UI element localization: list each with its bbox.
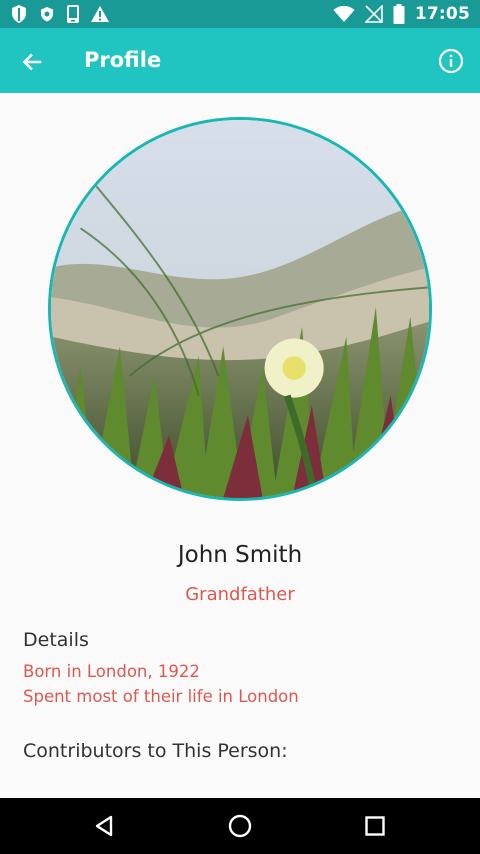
details-heading: Details: [23, 629, 89, 651]
vpn-key-icon: [38, 5, 56, 23]
wifi-icon: [333, 5, 355, 23]
person-relation: Grandfather: [185, 584, 295, 605]
detail-line: Born in London, 1922: [23, 662, 200, 681]
nav-recent-apps-button[interactable]: [361, 812, 389, 840]
battery-icon: [393, 4, 405, 24]
navigation-bar: [0, 798, 480, 854]
detail-line: Spent most of their life in London: [23, 687, 299, 706]
nav-back-icon: [95, 815, 113, 837]
nav-recent-icon: [365, 816, 385, 836]
nav-back-button[interactable]: [91, 812, 119, 840]
warning-icon: [90, 5, 110, 23]
app-bar: Profile: [0, 28, 480, 93]
back-button[interactable]: [18, 48, 46, 76]
shield-icon: [10, 4, 28, 24]
info-button[interactable]: [438, 48, 464, 74]
info-icon: [438, 48, 464, 74]
flower-photo: [51, 120, 429, 498]
status-left-icons: [10, 4, 110, 24]
person-name: John Smith: [177, 542, 303, 568]
contributors-heading: Contributors to This Person:: [23, 740, 288, 762]
page-title: Profile: [84, 48, 162, 72]
nav-home-icon: [228, 814, 252, 838]
status-time: 17:05: [414, 4, 470, 24]
profile-photo[interactable]: [48, 117, 432, 501]
status-right-icons: 17:05: [333, 4, 470, 24]
phone-device-icon: [66, 4, 80, 24]
nav-home-button[interactable]: [226, 812, 254, 840]
arrow-back-icon: [22, 53, 42, 71]
no-signal-icon: [364, 5, 383, 23]
status-bar: 17:05: [0, 0, 480, 28]
